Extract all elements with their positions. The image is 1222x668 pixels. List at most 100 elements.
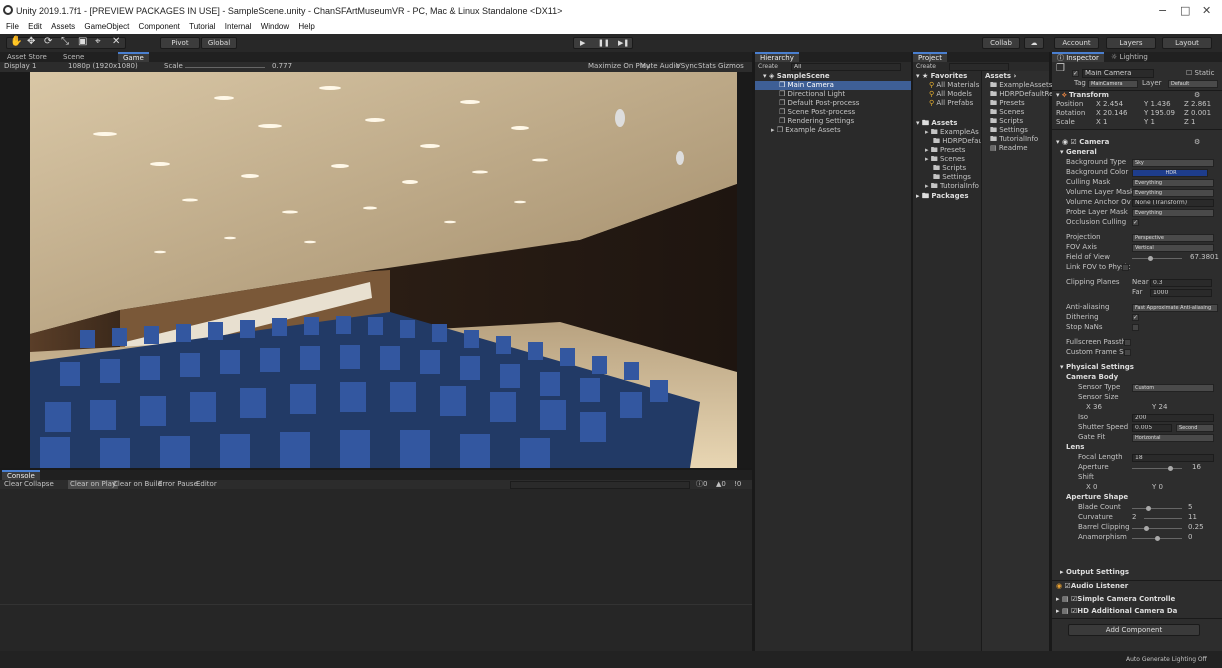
shutter-speed-input[interactable]: 0.005 bbox=[1132, 424, 1172, 432]
layer-dropdown[interactable]: Default bbox=[1168, 80, 1218, 88]
shutter-unit-dropdown[interactable]: Second bbox=[1176, 424, 1214, 432]
scale-y[interactable]: Y 1 bbox=[1144, 118, 1155, 127]
tree-hdrp-default[interactable]: 🖿 HDRPDefau bbox=[933, 137, 983, 146]
menu-tutorial[interactable]: Tutorial bbox=[189, 22, 215, 31]
file-scenes[interactable]: 🖿 Scenes bbox=[990, 108, 1024, 117]
tree-scenes[interactable]: ▸ 🖿 Scenes bbox=[925, 155, 965, 164]
file-hdrp-default[interactable]: 🖿 HDRPDefaultRe bbox=[990, 90, 1053, 99]
add-component-button[interactable]: Add Component bbox=[1068, 624, 1200, 636]
collab-dropdown[interactable]: Collab bbox=[982, 37, 1020, 49]
minimize-button[interactable]: − bbox=[1158, 4, 1167, 17]
anti-aliasing-dropdown[interactable]: Fast Approximate Anti-aliasing bbox=[1132, 304, 1218, 312]
simple-camera-controller-component[interactable]: ▸ ▤ ☑Simple Camera Controlle bbox=[1056, 595, 1175, 604]
menu-gameobject[interactable]: GameObject bbox=[84, 22, 129, 31]
culling-mask-dropdown[interactable]: Everything bbox=[1132, 179, 1214, 187]
curvature-range-slider[interactable] bbox=[1144, 518, 1182, 519]
camera-header[interactable]: ▾ ◉ ☑ Camera bbox=[1056, 138, 1109, 147]
aperture-slider[interactable] bbox=[1132, 468, 1182, 469]
console-editor-dropdown[interactable]: Editor bbox=[196, 480, 217, 489]
menu-help[interactable]: Help bbox=[298, 22, 314, 31]
cloud-icon[interactable]: ☁ bbox=[1024, 37, 1044, 49]
favorites-folder[interactable]: ▾ ★ Favorites bbox=[916, 72, 967, 81]
barrel-clipping-knob[interactable] bbox=[1144, 526, 1149, 531]
menu-component[interactable]: Component bbox=[139, 22, 180, 31]
blade-count-value[interactable]: 5 bbox=[1188, 503, 1192, 512]
background-color-swatch[interactable]: HDR bbox=[1132, 169, 1208, 177]
maximize-button[interactable]: □ bbox=[1180, 4, 1190, 17]
file-tutorial-info[interactable]: 🖿 TutorialInfo bbox=[990, 135, 1038, 144]
camera-settings-icon[interactable]: ⚙ bbox=[1194, 138, 1200, 147]
menu-window[interactable]: Window bbox=[261, 22, 289, 31]
hierarchy-item-rendering-settings[interactable]: ❒ Rendering Settings bbox=[779, 117, 854, 126]
account-dropdown[interactable]: Account bbox=[1054, 37, 1099, 49]
layout-dropdown[interactable]: Layout bbox=[1162, 37, 1212, 49]
tag-dropdown[interactable]: MainCamera bbox=[1088, 80, 1138, 88]
rect-tool-icon[interactable]: ▣ bbox=[78, 37, 87, 47]
assets-folder[interactable]: ▾ 🖿 Assets bbox=[916, 119, 957, 128]
rotation-y[interactable]: Y 195.09 bbox=[1144, 109, 1175, 118]
custom-tool-icon[interactable]: ✕ bbox=[112, 37, 120, 47]
hierarchy-create-dropdown[interactable]: Create bbox=[758, 62, 778, 71]
position-x[interactable]: X 2.454 bbox=[1096, 100, 1123, 109]
mute-audio-toggle[interactable]: Mute Audio bbox=[640, 62, 680, 71]
aperture-value[interactable]: 16 bbox=[1192, 463, 1201, 472]
resolution-dropdown[interactable]: 1080p (1920x1080) bbox=[68, 62, 138, 71]
tab-game[interactable]: Game bbox=[118, 52, 149, 62]
rotation-z[interactable]: Z 0.001 bbox=[1184, 109, 1211, 118]
hierarchy-item-default-post-process[interactable]: ❒ Default Post-process bbox=[779, 99, 859, 108]
tab-asset-store[interactable]: Asset Store bbox=[2, 52, 52, 62]
general-section[interactable]: ▾ General bbox=[1060, 148, 1097, 157]
fov-slider-knob[interactable] bbox=[1148, 256, 1153, 261]
gizmos-dropdown[interactable]: Gizmos bbox=[718, 62, 744, 71]
gameobject-name-input[interactable]: Main Camera bbox=[1082, 69, 1154, 78]
fov-value[interactable]: 67.3801 bbox=[1190, 253, 1220, 262]
game-view[interactable] bbox=[0, 72, 752, 468]
hierarchy-search-input[interactable]: All bbox=[791, 63, 901, 71]
tree-example-assets[interactable]: ▸ 🖿 ExampleAs bbox=[925, 128, 979, 137]
menu-file[interactable]: File bbox=[6, 22, 19, 31]
stop-nans-checkbox[interactable] bbox=[1132, 324, 1139, 331]
file-scripts[interactable]: 🖿 Scripts bbox=[990, 117, 1023, 126]
hierarchy-item-directional-light[interactable]: ❒ Directional Light bbox=[779, 90, 845, 99]
file-presets[interactable]: 🖿 Presets bbox=[990, 99, 1025, 108]
custom-frame-settings-checkbox[interactable] bbox=[1124, 349, 1131, 356]
step-icon[interactable]: ▶❚ bbox=[618, 38, 629, 48]
pause-icon[interactable]: ❚❚ bbox=[598, 38, 610, 48]
tree-presets[interactable]: ▸ 🖿 Presets bbox=[925, 146, 965, 155]
console-log-area[interactable] bbox=[0, 489, 752, 651]
anamorphism-value[interactable]: 0 bbox=[1188, 533, 1192, 542]
play-icon[interactable]: ▶ bbox=[580, 38, 585, 48]
position-y[interactable]: Y 1.436 bbox=[1144, 100, 1171, 109]
focal-length-input[interactable]: 18 bbox=[1132, 454, 1214, 462]
transform-tool-icon[interactable]: ⌖ bbox=[95, 37, 101, 47]
tree-tutorial-info[interactable]: ▸ 🖿 TutorialInfo bbox=[925, 182, 979, 191]
packages-folder[interactable]: ▸ 🖿 Packages bbox=[916, 192, 969, 201]
blade-count-slider[interactable] bbox=[1132, 508, 1182, 509]
barrel-clipping-value[interactable]: 0.25 bbox=[1188, 523, 1204, 532]
file-readme[interactable]: ▤ Readme bbox=[990, 144, 1028, 153]
scale-z[interactable]: Z 1 bbox=[1184, 118, 1195, 127]
fav-all-models[interactable]: ⚲ All Models bbox=[929, 90, 972, 99]
scale-slider[interactable] bbox=[185, 67, 265, 68]
fav-all-prefabs[interactable]: ⚲ All Prefabs bbox=[929, 99, 973, 108]
hd-additional-camera-data-component[interactable]: ▸ ▤ ☑HD Additional Camera Da bbox=[1056, 607, 1177, 616]
anamorphism-knob[interactable] bbox=[1155, 536, 1160, 541]
physical-settings-section[interactable]: ▾ Physical Settings bbox=[1060, 363, 1134, 372]
component-settings-icon[interactable]: ⚙ bbox=[1194, 91, 1200, 100]
background-type-dropdown[interactable]: Sky bbox=[1132, 159, 1214, 167]
console-collapse-toggle[interactable]: Collapse bbox=[24, 480, 54, 489]
shift-y[interactable]: Y 0 bbox=[1152, 483, 1163, 492]
console-info-count[interactable]: ⓘ0 bbox=[696, 480, 707, 489]
project-search-input[interactable] bbox=[949, 63, 1009, 71]
probe-layer-mask-dropdown[interactable]: Everything bbox=[1132, 209, 1214, 217]
fullscreen-passthrough-checkbox[interactable] bbox=[1124, 339, 1131, 346]
static-toggle[interactable]: ☐ Static bbox=[1186, 69, 1215, 78]
console-error-count[interactable]: !0 bbox=[734, 480, 741, 489]
aperture-slider-knob[interactable] bbox=[1168, 466, 1173, 471]
rotate-tool-icon[interactable]: ⟳ bbox=[44, 37, 52, 47]
sensor-type-dropdown[interactable]: Custom bbox=[1132, 384, 1214, 392]
sensor-size-x[interactable]: X 36 bbox=[1086, 403, 1102, 412]
shift-x[interactable]: X 0 bbox=[1086, 483, 1097, 492]
scene-root[interactable]: ▾ ◈ SampleScene bbox=[763, 72, 830, 81]
menu-edit[interactable]: Edit bbox=[28, 22, 42, 31]
